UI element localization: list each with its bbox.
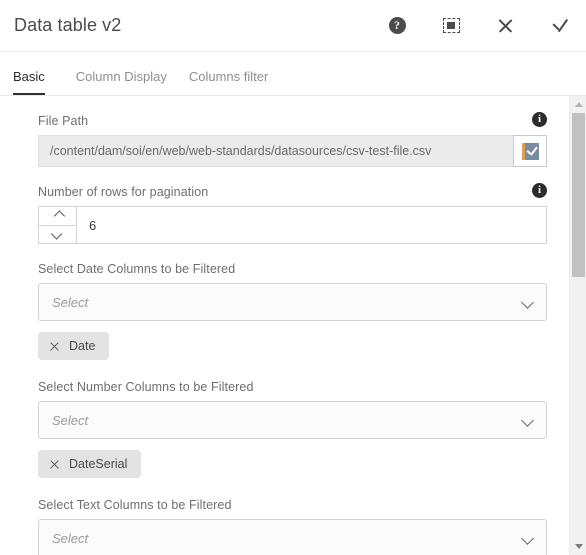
form-pane: File Path i /content/dam/soi/en/web/web-… (0, 96, 569, 555)
field-file-path: File Path i /content/dam/soi/en/web/web-… (0, 112, 569, 167)
chip-date[interactable]: Date (38, 332, 110, 360)
stepper-decrement-button[interactable] (39, 224, 76, 243)
chip-remove-icon[interactable] (49, 459, 60, 470)
tab-columns-filter-label: Columns filter (188, 69, 269, 84)
stepper-buttons (39, 207, 77, 243)
date-columns-select[interactable]: Select (38, 283, 547, 321)
chevron-down-icon (521, 296, 534, 309)
chevron-up-icon (53, 210, 65, 222)
number-columns-placeholder: Select (52, 412, 89, 428)
dialog-header: Data table v2 ? (0, 0, 586, 52)
date-columns-label: Select Date Columns to be Filtered (38, 262, 236, 276)
chevron-down-icon (521, 414, 534, 427)
text-columns-select[interactable]: Select (38, 519, 547, 555)
form-pane-wrapper: File Path i /content/dam/soi/en/web/web-… (0, 96, 586, 555)
chip-dateserial[interactable]: DateSerial (38, 450, 142, 478)
field-pagination: Number of rows for pagination i 6 (0, 183, 569, 244)
page-title: Data table v2 (14, 15, 122, 35)
fullscreen-button[interactable] (424, 0, 478, 52)
chip-remove-icon[interactable] (49, 341, 60, 352)
file-path-picker-button[interactable] (513, 135, 547, 167)
pagination-input[interactable]: 6 (77, 207, 546, 243)
stepper-increment-button[interactable] (39, 207, 76, 225)
info-icon[interactable]: i (532, 112, 547, 127)
chevron-down-icon (50, 228, 62, 240)
number-columns-select[interactable]: Select (38, 401, 547, 439)
triangle-up-icon (574, 102, 583, 107)
text-columns-label: Select Text Columns to be Filtered (38, 498, 232, 512)
file-path-row: /content/dam/soi/en/web/web-standards/da… (38, 135, 547, 167)
field-date-columns: Select Date Columns to be Filtered Selec… (0, 262, 569, 321)
number-columns-label: Select Number Columns to be Filtered (38, 380, 254, 394)
tab-column-display-label: Column Display (75, 69, 167, 84)
field-text-columns: Select Text Columns to be Filtered Selec… (0, 498, 569, 555)
field-number-columns: Select Number Columns to be Filtered Sel… (0, 380, 569, 439)
chip-label: Date (69, 339, 96, 353)
tab-basic-label: Basic (13, 69, 45, 84)
pagination-stepper: 6 (38, 206, 547, 244)
info-icon[interactable]: i (532, 183, 547, 198)
close-button[interactable] (478, 0, 532, 52)
date-columns-placeholder: Select (52, 294, 89, 310)
scroll-up-button[interactable] (570, 96, 586, 113)
vertical-scrollbar[interactable] (569, 96, 586, 555)
scrollbar-thumb[interactable] (572, 113, 585, 277)
tab-columns-filter[interactable]: Columns filter (178, 69, 279, 95)
tab-column-display[interactable]: Column Display (65, 69, 178, 95)
date-columns-chips: Date (0, 332, 569, 360)
header-actions: ? (370, 0, 586, 51)
file-path-input[interactable]: /content/dam/soi/en/web/web-standards/da… (38, 135, 513, 167)
text-columns-placeholder: Select (52, 530, 89, 546)
help-button[interactable]: ? (370, 0, 424, 52)
pagination-label: Number of rows for pagination (38, 185, 209, 199)
number-columns-chips: DateSerial (0, 450, 569, 478)
chip-label: DateSerial (69, 457, 128, 471)
file-path-label: File Path (38, 114, 89, 128)
confirm-button[interactable] (532, 0, 586, 52)
scroll-down-button[interactable] (570, 538, 586, 555)
fullscreen-icon (442, 18, 460, 33)
tab-bar: Basic Column Display Columns filter (0, 52, 586, 96)
triangle-down-icon (574, 544, 583, 549)
tab-basic[interactable]: Basic (13, 69, 56, 95)
help-icon: ? (388, 17, 406, 34)
close-icon (497, 17, 514, 34)
dialog-root: Data table v2 ? Basic Column Display Col… (0, 0, 586, 555)
checkbox-checked-icon (521, 142, 539, 160)
chevron-down-icon (521, 532, 534, 545)
checkmark-icon (550, 17, 569, 34)
